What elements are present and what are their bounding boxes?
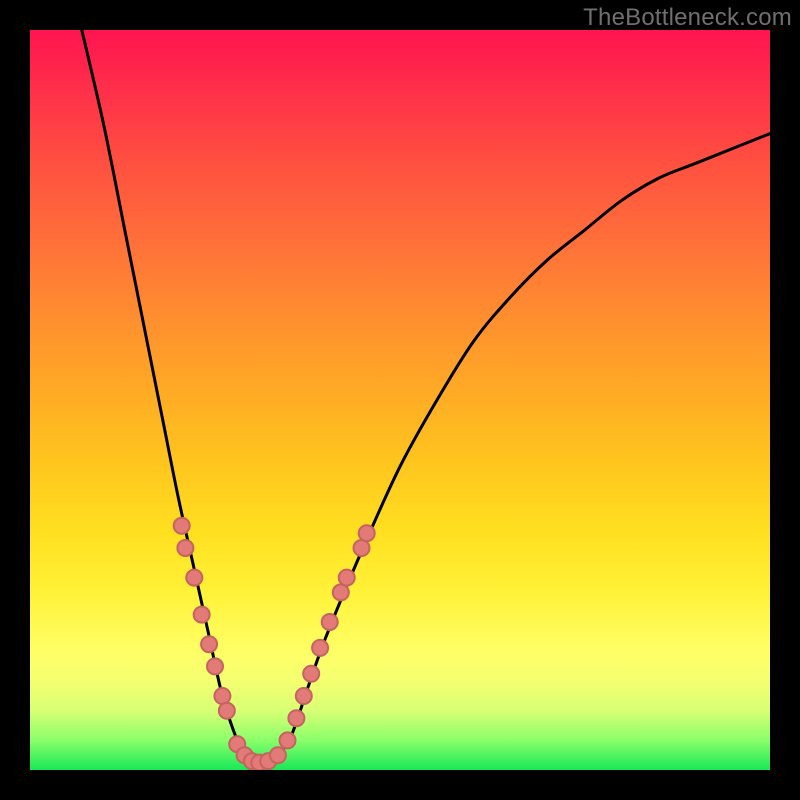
data-marker [214,688,230,704]
data-marker [296,688,312,704]
data-marker [312,640,328,656]
data-marker [201,636,217,652]
data-marker [186,570,202,586]
data-marker [177,540,193,556]
marker-layer [174,518,375,770]
data-marker [174,518,190,534]
bottleneck-curve [82,30,770,765]
chart-svg [30,30,770,770]
data-marker [219,703,235,719]
data-marker [280,732,296,748]
chart-frame: TheBottleneck.com [0,0,800,800]
data-marker [354,540,370,556]
data-marker [359,525,375,541]
data-marker [270,747,286,763]
data-marker [194,607,210,623]
plot-area [30,30,770,770]
data-marker [333,584,349,600]
watermark-text: TheBottleneck.com [583,4,792,32]
data-marker [207,658,223,674]
data-marker [339,570,355,586]
data-marker [288,710,304,726]
data-marker [322,614,338,630]
data-marker [303,666,319,682]
